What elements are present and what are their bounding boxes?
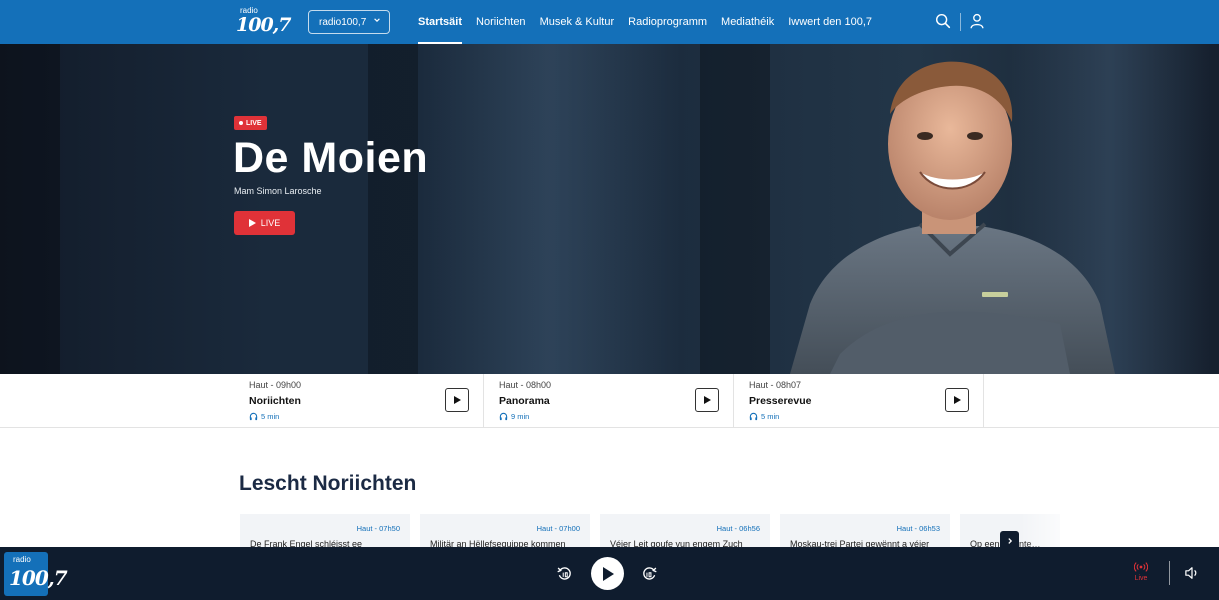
hero-background-stripe (368, 44, 418, 374)
live-badge: LIVE (234, 116, 267, 130)
episode-meta: Haut - 09h00 (249, 380, 302, 390)
station-select-value: radio100,7 (319, 16, 367, 28)
user-icon[interactable] (968, 12, 988, 32)
hero-background-glow (420, 44, 680, 374)
nav-item-noriichten[interactable]: Noriichten (476, 0, 526, 44)
episode-duration: 5 min (249, 412, 279, 421)
forward-10-icon (643, 567, 657, 580)
header-divider (960, 13, 961, 31)
rewind-10-icon (557, 567, 571, 580)
play-icon (602, 566, 614, 581)
recent-episodes-row: Haut - 09h00 Noriichten 5 min Haut - 08h… (0, 374, 1219, 428)
radio-100-7-logo[interactable]: radio 100,7 (232, 6, 291, 38)
listen-live-label: LIVE (260, 218, 281, 228)
news-card-time: Haut - 07h50 (356, 524, 400, 533)
main-nav: Startsäit Noriichten Musek & Kultur Radi… (418, 0, 886, 44)
play-icon (703, 396, 711, 404)
episode-duration-label: 9 min (511, 412, 530, 421)
hero-background-stripe (700, 44, 770, 374)
hero-background-stripe (0, 44, 60, 374)
volume-button[interactable] (1184, 566, 1200, 585)
episode-title: Noriichten (249, 395, 301, 407)
show-title: De Moien (233, 134, 429, 182)
section-title-latest-news: Lescht Noriichten (239, 472, 417, 495)
episode-title: Panorama (499, 395, 550, 407)
play-icon (953, 396, 961, 404)
audio-player-bar: radio 100,7 Live (0, 547, 1219, 600)
broadcast-icon (1133, 562, 1149, 572)
logo-big-text: 100,7 (236, 14, 291, 36)
chevron-right-icon (1007, 537, 1012, 544)
chevron-down-icon (373, 16, 381, 26)
live-indicator[interactable]: Live (1128, 561, 1154, 582)
player-logo-small-text: radio (13, 555, 31, 564)
headphones-icon (249, 412, 258, 421)
episode-meta: Haut - 08h07 (749, 380, 802, 390)
top-navigation-bar: radio 100,7 radio100,7 Startsäit Noriich… (0, 0, 1219, 44)
presenter-photo (790, 61, 1115, 374)
nav-item-iwwert[interactable]: Iwwert den 100,7 (788, 0, 872, 44)
play-icon (248, 219, 256, 227)
station-select[interactable]: radio100,7 (308, 10, 390, 34)
episode-duration-label: 5 min (261, 412, 280, 421)
main-play-button[interactable] (591, 557, 624, 590)
carousel-fade (1020, 514, 1080, 548)
live-indicator-label: Live (1134, 575, 1148, 582)
volume-icon (1185, 567, 1197, 579)
show-host: Mam Simon Larosche (234, 186, 322, 196)
news-card-time: Haut - 06h53 (896, 524, 940, 533)
episode-duration: 9 min (499, 412, 529, 421)
episode-title: Presserevue (749, 395, 812, 407)
nav-item-mediatheik[interactable]: Mediathéik (721, 0, 774, 44)
episode-card[interactable]: Haut - 08h07 Presserevue 5 min (734, 374, 984, 428)
nav-item-musek-kultur[interactable]: Musek & Kultur (540, 0, 615, 44)
forward-10-button[interactable] (641, 565, 658, 587)
nav-item-radioprogramm[interactable]: Radioprogramm (628, 0, 707, 44)
episode-play-button[interactable] (445, 388, 469, 412)
episode-card[interactable]: Haut - 08h00 Panorama 9 min (484, 374, 734, 428)
episode-duration-label: 5 min (761, 412, 780, 421)
news-card-time: Haut - 07h00 (536, 524, 580, 533)
play-icon (453, 396, 461, 404)
news-card-time: Haut - 06h56 (716, 524, 760, 533)
nav-item-startsait[interactable]: Startsäit (418, 0, 463, 44)
player-station-logo[interactable]: radio 100,7 (4, 552, 68, 596)
live-dot-icon (239, 121, 243, 125)
player-logo-big-text: 100,7 (9, 566, 68, 590)
episode-duration: 5 min (749, 412, 779, 421)
episode-card[interactable]: Haut - 09h00 Noriichten 5 min (234, 374, 484, 428)
episode-play-button[interactable] (695, 388, 719, 412)
hero-banner: LIVE De Moien Mam Simon Larosche LIVE (0, 44, 1219, 374)
headphones-icon (499, 412, 508, 421)
live-badge-label: LIVE (246, 119, 262, 127)
search-icon[interactable] (934, 12, 954, 32)
player-divider (1169, 561, 1170, 585)
headphones-icon (749, 412, 758, 421)
listen-live-button[interactable]: LIVE (234, 211, 295, 235)
episode-play-button[interactable] (945, 388, 969, 412)
rewind-10-button[interactable] (556, 565, 573, 587)
episode-meta: Haut - 08h00 (499, 380, 552, 390)
